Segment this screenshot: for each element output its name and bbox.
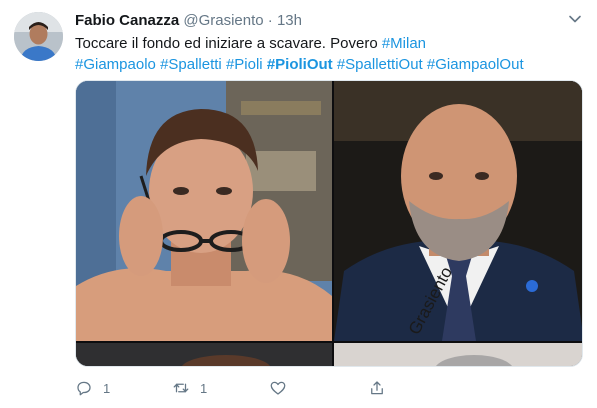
tweet-text-line-1: Toccare il fondo ed iniziare a scavare. … [75,33,585,54]
share-icon [371,381,383,395]
chevron-down-icon[interactable] [568,12,582,26]
separator-dot: · [267,12,273,29]
author-name[interactable]: Fabio Canazza [75,12,179,29]
tweet-actions: 1 1 [75,379,595,399]
tweet-media[interactable]: Grasiento [75,80,583,367]
reply-button[interactable]: 1 [75,379,110,397]
hashtag-giampaolout[interactable]: #GiampaolOut [427,56,524,73]
tweet-text-line-2: #Giampaolo #Spalletti #Pioli #PioliOut #… [75,54,585,75]
avatar[interactable] [14,12,63,61]
media-bottom-left-crop [76,343,332,366]
reply-count: 1 [103,380,111,396]
hashtag-spalletti[interactable]: #Spalletti [160,56,222,73]
author-handle[interactable]: @Grasiento [183,12,263,29]
media-image-top-right[interactable]: Grasiento [334,81,582,341]
avatar-image [14,12,63,61]
retweet-icon [173,383,189,393]
media-image-bottom-left[interactable] [76,343,332,366]
retweet-button[interactable]: 1 [172,379,207,397]
hashtag-milan[interactable]: #Milan [382,35,426,52]
hashtag-pioli[interactable]: #Pioli [226,56,263,73]
hashtag-piolout[interactable]: #PioliOut [267,56,333,73]
hashtag-spallettiout[interactable]: #SpallettiOut [337,56,423,73]
like-button[interactable] [269,379,287,397]
retweet-count: 1 [200,380,208,396]
media-image-top-left[interactable] [76,81,332,341]
reply-icon [77,381,91,396]
hashtag-giampaolo[interactable]: #Giampaolo [75,56,156,73]
like-icon [270,381,286,395]
media-image-bottom-right[interactable] [334,343,582,366]
tweet-text: Toccare il fondo ed iniziare a scavare. … [75,33,585,75]
meme-glasses-image [76,81,332,341]
share-button[interactable] [368,379,386,397]
timestamp[interactable]: 13h [277,12,302,29]
meme-portrait-image [334,81,582,341]
media-bottom-right-crop [334,343,582,366]
tweet-text-plain: Toccare il fondo ed iniziare a scavare. … [75,35,382,52]
tweet-header: Fabio Canazza @Grasiento · 13h [75,11,557,31]
